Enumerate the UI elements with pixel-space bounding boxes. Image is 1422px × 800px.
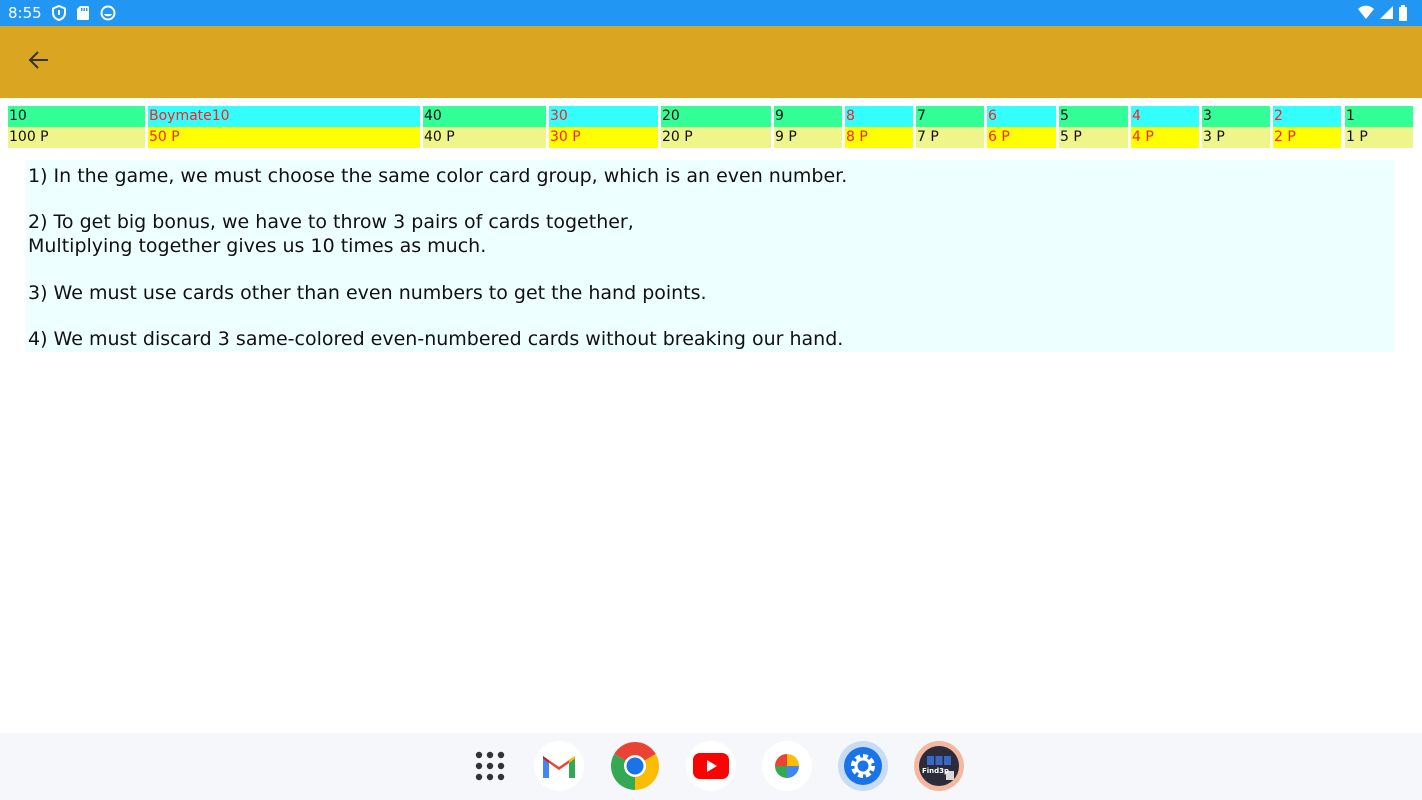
card-name-cell: 5 — [1059, 106, 1128, 127]
card-name-cell: Boymate10 — [148, 106, 420, 127]
card-name-cell: 10 — [8, 106, 145, 127]
card-name-cell: 7 — [916, 106, 984, 127]
status-time: 8:55 — [8, 4, 42, 22]
app-bar — [0, 26, 1422, 98]
youtube-app-button[interactable] — [686, 741, 736, 791]
chrome-icon — [610, 741, 660, 791]
card-points-cell: 20 P — [661, 127, 771, 148]
status-bar: 8:55 — [0, 0, 1422, 26]
gmail-app-button[interactable] — [534, 741, 584, 791]
youtube-icon — [693, 753, 729, 779]
card-points-cell: 6 P — [987, 127, 1056, 148]
find-app-button[interactable]: Find3p — [914, 741, 964, 791]
sd-card-icon — [76, 5, 90, 21]
status-system-icons — [1357, 5, 1408, 21]
chrome-app-button[interactable] — [610, 741, 660, 791]
taskbar-dock: Find3p — [0, 733, 1422, 800]
app-drawer-button[interactable] — [465, 741, 515, 791]
card-name-cell: 1 — [1345, 106, 1413, 127]
card-points-cell: 3 P — [1202, 127, 1270, 148]
card-points-cell: 30 P — [549, 127, 658, 148]
rules-panel: 1) In the game, we must choose the same … — [26, 160, 1394, 352]
card-points-cell: 4 P — [1131, 127, 1199, 148]
card-name-cell: 8 — [845, 106, 913, 127]
card-points-cell: 40 P — [423, 127, 546, 148]
card-name-cell: 30 — [549, 106, 658, 127]
gmail-icon — [541, 752, 577, 780]
sync-icon — [100, 5, 116, 21]
app-drawer-icon — [474, 750, 506, 782]
find-app-icon: Find3p — [918, 745, 960, 787]
find-app-label: Find3p — [922, 767, 950, 775]
settings-gear-icon — [841, 744, 885, 788]
back-arrow-icon — [28, 50, 50, 75]
card-points-cell: 2 P — [1273, 127, 1341, 148]
shield-icon — [52, 5, 66, 21]
card-points-cell: 9 P — [774, 127, 842, 148]
card-points-cell: 5 P — [1059, 127, 1128, 148]
card-name-cell: 20 — [661, 106, 771, 127]
cellular-signal-icon — [1379, 5, 1394, 21]
rule-1: 1) In the game, we must choose the same … — [28, 165, 848, 187]
card-points-cell: 50 P — [148, 127, 420, 148]
rule-3: 3) We must use cards other than even num… — [28, 282, 707, 304]
back-button[interactable] — [22, 48, 56, 76]
card-points-cell: 100 P — [8, 127, 145, 148]
card-name-cell: 4 — [1131, 106, 1199, 127]
status-notification-icons — [52, 5, 116, 21]
rule-2-line-2: Multiplying together gives us 10 times a… — [28, 235, 487, 257]
photos-app-button[interactable] — [762, 741, 812, 791]
card-name-cell: 40 — [423, 106, 546, 127]
wifi-icon — [1357, 5, 1375, 21]
card-name-cell: 3 — [1202, 106, 1270, 127]
card-name-cell: 2 — [1273, 106, 1341, 127]
card-name-cell: 6 — [987, 106, 1056, 127]
card-points-cell: 1 P — [1345, 127, 1413, 148]
card-points-cell: 7 P — [916, 127, 984, 148]
battery-icon — [1398, 5, 1408, 21]
card-points-cell: 8 P — [845, 127, 913, 148]
settings-app-button[interactable] — [838, 741, 888, 791]
rule-4: 4) We must discard 3 same-colored even-n… — [28, 328, 844, 350]
photos-pinwheel-icon — [767, 746, 807, 786]
rule-2-line-1: 2) To get big bonus, we have to throw 3 … — [28, 211, 634, 233]
card-name-cell: 9 — [774, 106, 842, 127]
